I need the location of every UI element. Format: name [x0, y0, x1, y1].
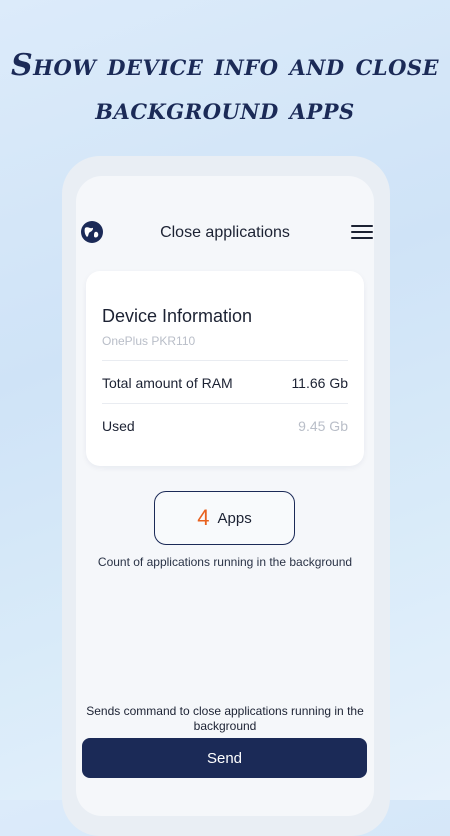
apps-count: 4 [197, 505, 210, 530]
page-title: Close applications [160, 224, 290, 241]
divider [102, 360, 348, 361]
menu-icon[interactable] [351, 225, 373, 241]
promo-headline-line1: Show device info and close [10, 48, 440, 83]
apps-caption: Count of applications running in the bac… [97, 555, 353, 569]
device-info-card: Device Information OnePlus PKR110 Total … [86, 271, 364, 466]
promo-headline-line2: background apps [95, 92, 355, 127]
apps-label: Apps [217, 509, 252, 527]
ram-total-value: 11.66 Gb [291, 375, 348, 391]
ram-used-label: Used [102, 418, 135, 434]
send-caption: Sends command to close applications runn… [86, 704, 364, 733]
promo-headline: Show device info and close background ap… [0, 44, 450, 132]
device-info-title: Device Information [102, 306, 253, 326]
ram-total-label: Total amount of RAM [102, 375, 233, 391]
device-model: OnePlus PKR110 [102, 334, 196, 348]
globe-icon[interactable] [80, 220, 104, 244]
send-button[interactable]: Send [82, 738, 367, 778]
ram-used-value: 9.45 Gb [298, 418, 348, 434]
divider [102, 403, 348, 404]
apps-count-box: 4 Apps [154, 491, 295, 545]
